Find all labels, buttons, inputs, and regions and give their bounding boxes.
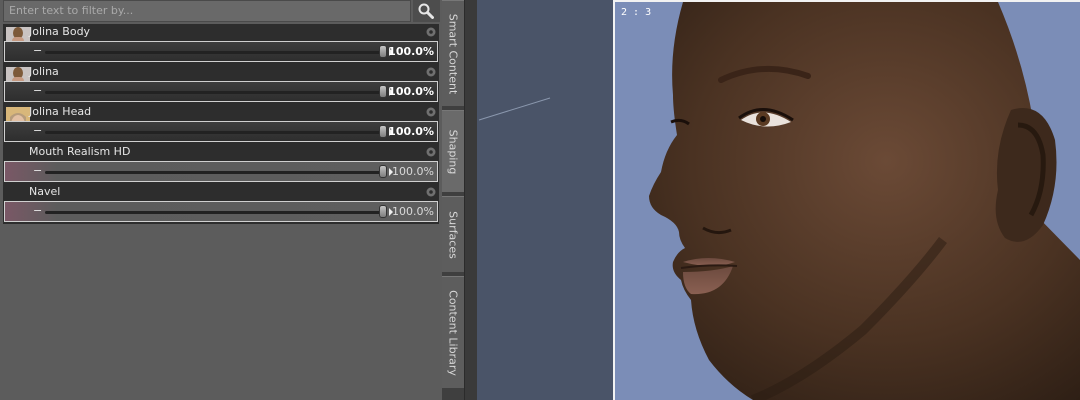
decrement-icon[interactable]: − <box>33 45 42 56</box>
grid-line <box>478 97 551 121</box>
gear-icon[interactable] <box>425 186 437 198</box>
slider-track[interactable] <box>45 91 387 94</box>
slider-handle[interactable] <box>379 85 387 98</box>
morph-row-mouth-realism-hd[interactable]: Mouth Realism HD − 100.0% <box>3 144 439 184</box>
character-render <box>649 2 1080 400</box>
pane-splitter[interactable] <box>464 0 477 400</box>
morph-value[interactable]: 100.0% <box>392 205 434 218</box>
slider-handle[interactable] <box>379 45 387 58</box>
morph-value[interactable]: 100.0% <box>388 85 434 98</box>
morph-slider[interactable]: − 100.0% <box>4 81 438 102</box>
gear-icon[interactable] <box>425 106 437 118</box>
gear-icon[interactable] <box>425 26 437 38</box>
morph-row-jolina-head[interactable]: Jolina Head − 100.0% <box>3 104 439 144</box>
morph-row-navel[interactable]: Navel − 100.0% <box>3 184 439 224</box>
morph-slider[interactable]: − 100.0% <box>4 161 438 182</box>
filter-search-button[interactable] <box>413 0 440 22</box>
morph-label: Jolina <box>29 65 59 78</box>
gear-icon[interactable] <box>425 146 437 158</box>
morph-value[interactable]: 100.0% <box>388 125 434 138</box>
slider-handle[interactable] <box>379 125 387 138</box>
morph-label: Jolina Head <box>29 105 92 118</box>
shaping-panel: Enter text to filter by... Jolina Body −… <box>0 0 442 400</box>
slider-handle[interactable] <box>379 165 387 178</box>
slider-track[interactable] <box>45 131 387 134</box>
morph-slider[interactable]: − 100.0% <box>4 201 438 222</box>
morph-row-jolina[interactable]: Jolina − 100.0% <box>3 64 439 104</box>
morph-label: Jolina Body <box>29 25 91 38</box>
gear-icon[interactable] <box>425 66 437 78</box>
morph-label: Mouth Realism HD <box>29 145 131 158</box>
slider-track[interactable] <box>45 51 387 54</box>
pane-tab-strip: Smart Content Shaping Surfaces Content L… <box>442 0 464 400</box>
morph-value[interactable]: 100.0% <box>388 45 434 58</box>
slider-handle[interactable] <box>379 205 387 218</box>
morph-slider[interactable]: − 100.0% <box>4 41 438 62</box>
filter-input[interactable]: Enter text to filter by... <box>3 0 411 22</box>
decrement-icon[interactable]: − <box>33 85 42 96</box>
tab-shaping[interactable]: Shaping <box>442 110 464 192</box>
render-frame[interactable]: 2 : 3 <box>613 0 1080 400</box>
slider-track[interactable] <box>45 211 387 214</box>
tab-content-library[interactable]: Content Library <box>442 276 464 388</box>
morph-row-jolina-body[interactable]: Jolina Body − 100.0% <box>3 24 439 64</box>
decrement-icon[interactable]: − <box>33 205 42 216</box>
search-icon <box>418 3 434 19</box>
morph-slider[interactable]: − 100.0% <box>4 121 438 142</box>
morph-value[interactable]: 100.0% <box>392 165 434 178</box>
tab-smart-content[interactable]: Smart Content <box>442 0 464 106</box>
tab-surfaces[interactable]: Surfaces <box>442 196 464 272</box>
decrement-icon[interactable]: − <box>33 165 42 176</box>
slider-track[interactable] <box>45 171 387 174</box>
morph-label: Navel <box>29 185 61 198</box>
decrement-icon[interactable]: − <box>33 125 42 136</box>
